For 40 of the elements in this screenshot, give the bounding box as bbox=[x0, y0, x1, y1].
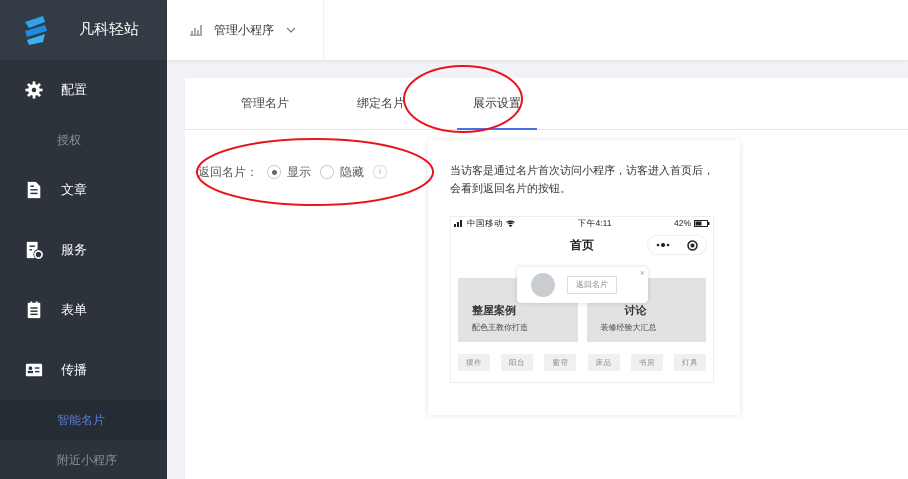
banner-subtitle: 装修经验大汇总 bbox=[600, 322, 658, 334]
radio-option[interactable]: 显示 bbox=[267, 163, 311, 181]
battery-icon bbox=[694, 220, 710, 227]
nav-item[interactable]: 表单 bbox=[0, 280, 167, 340]
more-icon bbox=[656, 243, 670, 247]
clock-text: 下午4:11 bbox=[578, 217, 612, 230]
nav-item[interactable]: 文章 bbox=[0, 160, 167, 220]
nav-item[interactable]: 传播 bbox=[0, 340, 167, 400]
tab[interactable]: 管理名片 bbox=[225, 78, 305, 130]
banner-title: 讨论 bbox=[624, 304, 648, 318]
wifi-icon bbox=[506, 220, 515, 227]
preview-description: 当访客是通过名片首次访问小程序，访客进入首页后，会看到返回名片的按钮。 bbox=[450, 164, 715, 197]
target-icon bbox=[686, 240, 698, 250]
field-label: 返回名片： bbox=[198, 164, 258, 181]
radio-option[interactable]: 隐藏 bbox=[320, 163, 364, 181]
nav-subitem[interactable]: 智能名片 bbox=[0, 400, 167, 440]
carrier-text: 中国移动 bbox=[467, 217, 503, 230]
nav-item[interactable]: 服务 bbox=[0, 220, 167, 280]
nav-item[interactable]: 配置 bbox=[0, 60, 167, 120]
banner-subtitle: 配色王教你打造 bbox=[472, 322, 529, 334]
tab[interactable]: 展示设置 bbox=[457, 78, 537, 130]
bar-chart-icon bbox=[189, 24, 202, 36]
document-icon bbox=[25, 181, 43, 199]
nav-subitem[interactable]: 附近小程序 bbox=[0, 440, 167, 479]
settings-icon bbox=[25, 81, 43, 99]
signal-icon bbox=[454, 220, 464, 227]
id-card-icon bbox=[25, 361, 43, 379]
tab[interactable]: 绑定名片 bbox=[341, 78, 421, 130]
avatar bbox=[531, 273, 555, 297]
nav-subitem[interactable]: 授权 bbox=[0, 120, 167, 160]
brand-name: 凡科轻站 bbox=[79, 20, 139, 40]
chevron-down-icon bbox=[286, 27, 296, 33]
app-selector[interactable]: 管理小程序 bbox=[167, 0, 324, 60]
battery-text: 42% bbox=[674, 217, 691, 230]
banner-title: 整屋案例 bbox=[472, 303, 517, 318]
clipboard-icon bbox=[25, 301, 43, 319]
capsule-menu[interactable] bbox=[647, 235, 707, 255]
return-card-button[interactable]: 返回名片 bbox=[567, 276, 617, 294]
document-clock-icon bbox=[25, 241, 43, 259]
page-title: 首页 bbox=[570, 237, 594, 254]
